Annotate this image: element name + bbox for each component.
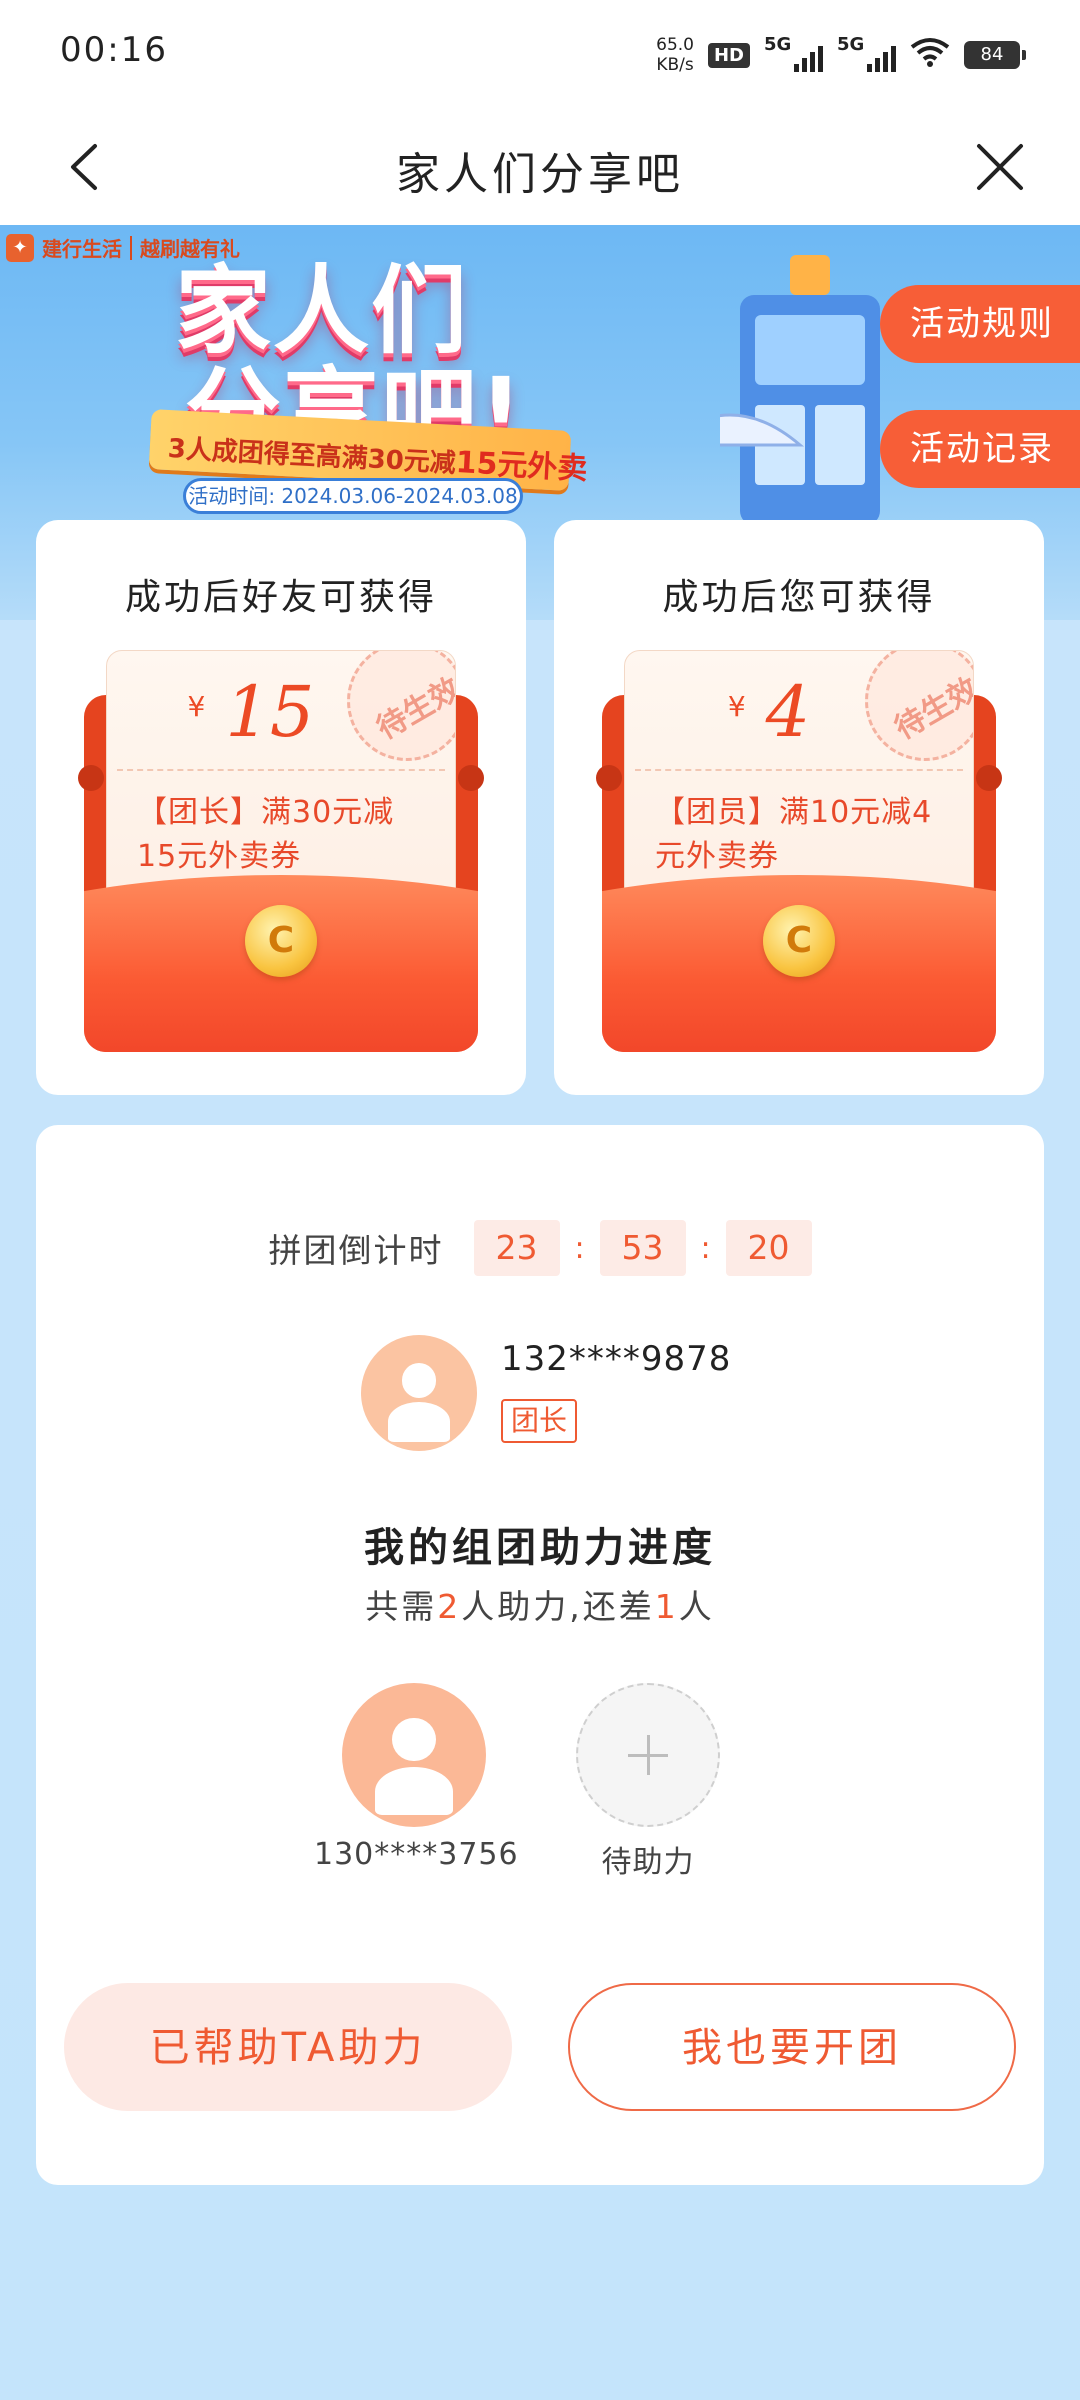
activity-time: 活动时间: 2024.03.06-2024.03.08 bbox=[183, 478, 523, 514]
leader-phone: 132****9878 bbox=[501, 1339, 732, 1379]
close-icon bbox=[977, 144, 1023, 190]
network-speed: 65.0 KB/s bbox=[656, 35, 694, 75]
page-title: 家人们分享吧 bbox=[396, 149, 684, 200]
red-envelope: ¥15 待生效 【团长】满30元减15元外卖券 C bbox=[78, 650, 484, 1052]
group-countdown: 拼团倒计时 23 : 53 : 20 bbox=[36, 1220, 1044, 1276]
status-time: 00:16 bbox=[60, 30, 168, 70]
countdown-minutes: 53 bbox=[599, 1220, 686, 1276]
battery-icon: 84 bbox=[964, 41, 1026, 69]
friend-reward-card: 成功后好友可获得 ¥15 待生效 【团长】满30元减15元外卖券 C bbox=[36, 520, 526, 1095]
helped-button[interactable]: 已帮助TA助力 bbox=[64, 1983, 512, 2111]
leader-avatar bbox=[361, 1335, 477, 1451]
member-name: 130****3756 bbox=[314, 1837, 519, 1872]
leader-badge: 团长 bbox=[501, 1399, 578, 1443]
member-empty-slot: 待助力 bbox=[548, 1683, 748, 1881]
reward-title: 成功后您可获得 bbox=[662, 577, 936, 618]
close-button[interactable] bbox=[965, 132, 1035, 202]
ccb-coin-icon: C bbox=[763, 905, 835, 977]
signal-icon: 5G bbox=[764, 34, 823, 72]
coupon-description: 【团长】满30元减15元外卖券 bbox=[137, 795, 395, 874]
activity-records-button[interactable]: 活动记录 bbox=[880, 410, 1080, 488]
group-progress-panel: 拼团倒计时 23 : 53 : 20 132****9878 团长 我的组团助力… bbox=[36, 1125, 1044, 2185]
countdown-hours: 23 bbox=[473, 1220, 560, 1276]
status-icons: 65.0 KB/s HD 5G 5G 84 bbox=[656, 30, 1026, 80]
reward-title: 成功后好友可获得 bbox=[124, 577, 437, 618]
plus-icon bbox=[576, 1683, 720, 1827]
coupon-description: 【团员】满10元减4元外卖券 bbox=[655, 795, 933, 874]
signal-icon-2: 5G bbox=[837, 34, 896, 72]
status-bar: 00:16 65.0 KB/s HD 5G 5G 84 bbox=[0, 0, 1080, 110]
member-helper: 130****3756 bbox=[314, 1683, 519, 1872]
progress-title: 我的组团助力进度 bbox=[364, 1525, 716, 1571]
member-avatar bbox=[342, 1683, 486, 1827]
ccb-coin-icon: C bbox=[245, 905, 317, 977]
member-name: 待助力 bbox=[601, 1845, 695, 1880]
brand-logo-icon: ✦ bbox=[6, 233, 34, 262]
progress-subtitle: 共需2人助力,还差1人 bbox=[365, 1587, 715, 1626]
store-illustration bbox=[720, 255, 880, 525]
red-envelope: ¥4 待生效 【团员】满10元减4元外卖券 C bbox=[596, 650, 1002, 1052]
group-leader: 132****9878 团长 bbox=[361, 1335, 761, 1455]
hd-icon: HD bbox=[707, 42, 750, 68]
wifi-icon bbox=[910, 37, 950, 74]
activity-rules-button[interactable]: 活动规则 bbox=[880, 285, 1080, 363]
start-group-button[interactable]: 我也要开团 bbox=[568, 1983, 1016, 2111]
nav-bar: 家人们分享吧 bbox=[0, 110, 1080, 225]
countdown-label: 拼团倒计时 bbox=[268, 1231, 444, 1270]
countdown-seconds: 20 bbox=[725, 1220, 812, 1276]
my-reward-card: 成功后您可获得 ¥4 待生效 【团员】满10元减4元外卖券 C bbox=[554, 520, 1044, 1095]
